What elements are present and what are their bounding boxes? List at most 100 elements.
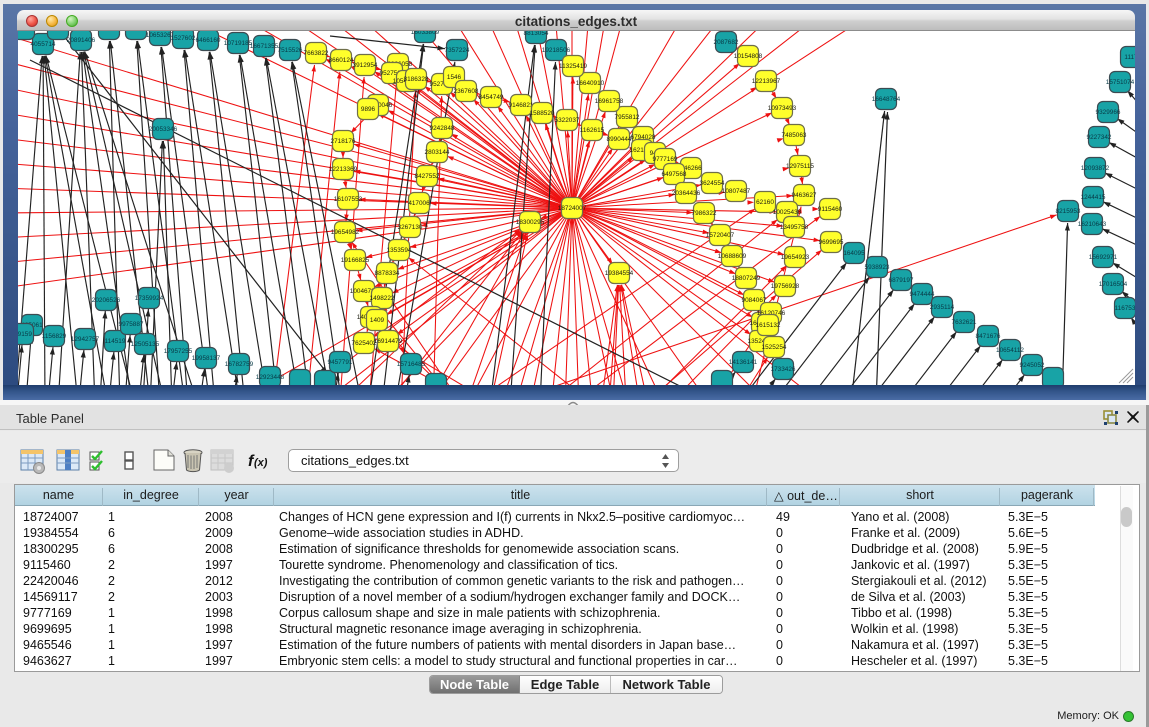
svg-text:19756928: 19756928	[771, 283, 800, 290]
svg-text:9329966: 9329966	[1096, 109, 1121, 116]
svg-text:3267130: 3267130	[398, 224, 423, 231]
svg-text:16107553: 16107553	[334, 196, 363, 203]
svg-text:7485063: 7485063	[782, 132, 807, 139]
svg-text:8454749: 8454749	[479, 94, 504, 101]
svg-text:2935114: 2935114	[930, 304, 955, 311]
svg-text:7357224: 7357224	[445, 47, 470, 54]
svg-text:4055714: 4055714	[31, 41, 56, 48]
svg-text:1615132: 1615132	[756, 322, 781, 329]
svg-text:8215953: 8215953	[1056, 208, 1081, 215]
svg-text:7955812: 7955812	[615, 114, 640, 121]
svg-text:8813054: 8813054	[524, 31, 549, 37]
svg-text:16914479: 16914479	[374, 338, 403, 345]
svg-text:3624554: 3624554	[700, 180, 725, 187]
svg-text:7632621: 7632621	[952, 319, 977, 326]
svg-text:7515526: 7515526	[278, 47, 303, 54]
svg-text:15720407: 15720407	[706, 232, 735, 239]
svg-text:1588520: 1588520	[530, 110, 555, 117]
svg-text:1162615: 1162615	[580, 127, 605, 134]
svg-text:(x): (x)	[254, 457, 268, 469]
svg-text:9474444: 9474444	[910, 291, 935, 298]
svg-text:5938923: 5938923	[865, 264, 890, 271]
svg-text:12505135: 12505135	[131, 341, 160, 348]
svg-text:18807249: 18807249	[732, 275, 761, 282]
svg-text:10688609: 10688609	[718, 253, 747, 260]
svg-text:12975115: 12975115	[786, 163, 814, 170]
svg-text:17359924: 17359924	[135, 295, 164, 302]
svg-text:19218506: 19218506	[542, 47, 571, 54]
svg-text:20206526: 20206526	[92, 297, 121, 304]
svg-text:6466160: 6466160	[196, 37, 221, 44]
svg-text:9699695: 9699695	[819, 239, 844, 246]
svg-text:8878334: 8878334	[375, 270, 400, 277]
svg-text:17957255: 17957255	[164, 348, 193, 355]
svg-text:9146821: 9146821	[509, 102, 534, 109]
svg-text:114519: 114519	[105, 338, 126, 345]
svg-text:5322037: 5322037	[555, 117, 580, 124]
svg-text:13495758: 13495758	[780, 224, 809, 231]
svg-text:9115460: 9115460	[818, 206, 843, 213]
svg-text:18724007: 18724007	[558, 205, 587, 212]
svg-text:12923448: 12923448	[256, 374, 285, 381]
svg-text:12942757: 12942757	[71, 336, 100, 343]
svg-text:9463627: 9463627	[792, 192, 817, 199]
svg-text:8471676: 8471676	[976, 333, 1001, 340]
svg-text:15692971: 15692971	[1089, 254, 1118, 261]
svg-text:3912954: 3912954	[353, 62, 378, 69]
svg-text:16640910: 16640910	[576, 80, 605, 87]
svg-text:2367608: 2367608	[454, 88, 479, 95]
svg-text:11325419: 11325419	[559, 63, 587, 70]
svg-text:2803144: 2803144	[425, 149, 450, 156]
svg-text:1353594: 1353594	[387, 247, 412, 254]
svg-text:1244415: 1244415	[1081, 194, 1106, 201]
svg-text:7663822: 7663822	[304, 50, 329, 57]
svg-text:9245052: 9245052	[1020, 362, 1045, 369]
svg-text:10807487: 10807487	[722, 188, 751, 195]
svg-text:16648764: 16648764	[872, 96, 901, 103]
svg-text:19654982: 19654982	[331, 229, 360, 236]
svg-text:12213967: 12213967	[752, 78, 781, 85]
svg-text:7986322: 7986322	[692, 210, 717, 217]
svg-text:1527602: 1527602	[171, 35, 196, 42]
svg-text:1525254: 1525254	[762, 344, 787, 351]
svg-text:19384554: 19384554	[605, 270, 634, 277]
svg-text:9975887: 9975887	[119, 321, 144, 328]
svg-text:20364436: 20364436	[672, 190, 701, 197]
svg-text:8186328: 8186328	[404, 76, 429, 83]
svg-text:10654112: 10654112	[996, 347, 1024, 354]
svg-text:39159: 39159	[18, 331, 32, 338]
svg-text:16671355: 16671355	[250, 43, 279, 50]
svg-text:15751074: 15751074	[1106, 79, 1135, 86]
svg-text:417006: 417006	[408, 200, 430, 207]
svg-text:16782759: 16782759	[225, 361, 254, 368]
svg-text:18300295: 18300295	[516, 219, 545, 226]
svg-text:14136141: 14136141	[729, 359, 758, 366]
svg-text:1498222: 1498222	[370, 295, 395, 302]
svg-text:17016504: 17016504	[1099, 281, 1128, 288]
svg-text:116753: 116753	[1115, 305, 1135, 312]
svg-text:164095: 164095	[843, 250, 865, 257]
svg-text:15716485: 15716485	[397, 361, 426, 368]
svg-text:12213369: 12213369	[329, 166, 358, 173]
svg-text:1409: 1409	[370, 317, 385, 324]
svg-text:19958137: 19958137	[192, 355, 221, 362]
svg-text:16961758: 16961758	[595, 98, 624, 105]
svg-text:10154808: 10154808	[734, 53, 763, 60]
svg-text:8990444: 8990444	[607, 136, 632, 143]
svg-text:10025438: 10025438	[773, 209, 802, 216]
svg-text:8660124: 8660124	[329, 57, 354, 64]
svg-text:20053346: 20053346	[149, 126, 178, 133]
svg-text:16033809: 16033809	[411, 31, 440, 36]
svg-text:10719185: 10719185	[224, 40, 253, 47]
svg-text:1156829: 1156829	[42, 333, 67, 340]
svg-text:1117: 1117	[1124, 54, 1135, 61]
svg-text:20891406: 20891406	[67, 37, 96, 44]
svg-text:19166825: 19166825	[341, 257, 370, 264]
svg-text:2718176: 2718176	[331, 138, 356, 145]
svg-text:62160: 62160	[756, 199, 774, 206]
svg-text:12093872: 12093872	[1081, 165, 1110, 172]
svg-text:1733426: 1733426	[771, 366, 796, 373]
svg-text:8427552: 8427552	[415, 173, 440, 180]
svg-text:9896: 9896	[361, 106, 376, 113]
svg-text:9242848: 9242848	[430, 125, 455, 132]
